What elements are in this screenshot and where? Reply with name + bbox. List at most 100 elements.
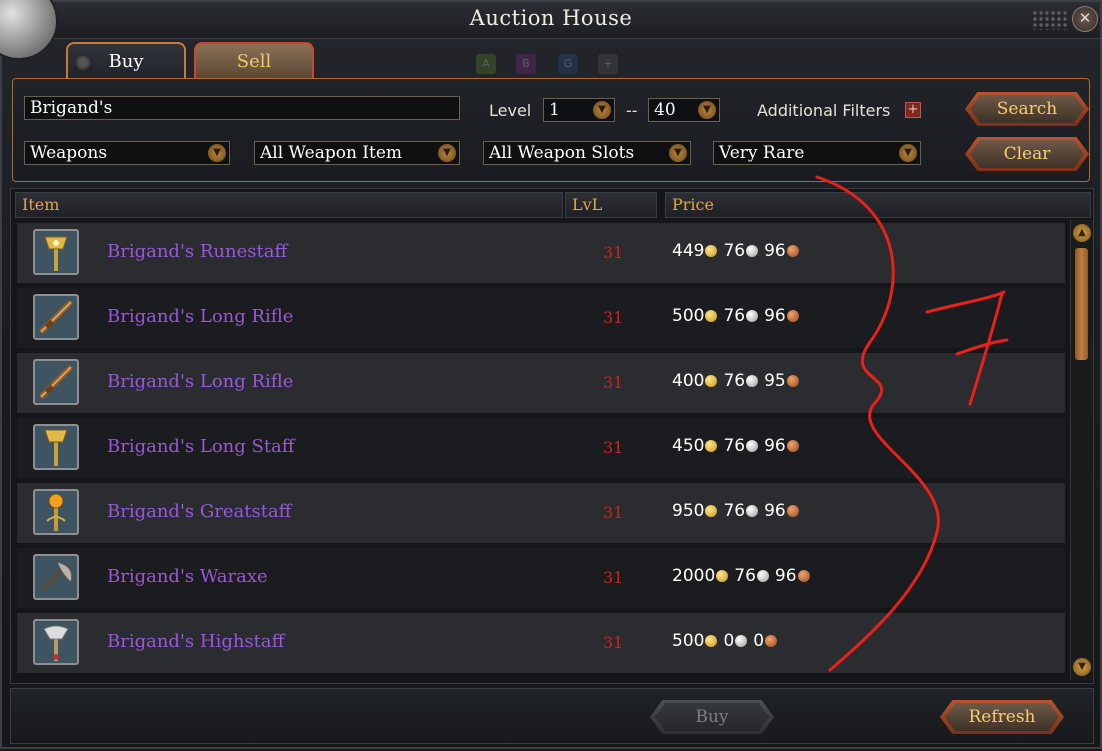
chevron-down-icon: ▼	[208, 144, 226, 162]
item-price: 450 76 96	[672, 436, 805, 456]
scroll-up-icon[interactable]: ▲	[1073, 224, 1091, 242]
table-row[interactable]: Brigand's Runestaff 31 449 76 96	[17, 223, 1065, 283]
item-price: 2000 76 96	[672, 566, 816, 586]
item-price: 400 76 95	[672, 371, 805, 391]
silver-coin-icon	[746, 440, 759, 452]
buy-button-label: Buy	[695, 707, 729, 727]
bag-icon	[74, 56, 92, 72]
table-row[interactable]: Brigand's Long Staff 31 450 76 96	[17, 418, 1065, 478]
category-select[interactable]: Weapons ▼	[24, 141, 230, 165]
item-type-select[interactable]: All Weapon Item ▼	[254, 141, 460, 165]
waraxe-icon	[33, 554, 79, 600]
ghost-box-g: G	[558, 54, 578, 74]
item-level: 31	[603, 568, 624, 587]
column-header-item[interactable]: Item	[15, 192, 563, 218]
search-input[interactable]: Brigand's	[24, 96, 460, 120]
chevron-down-icon: ▼	[593, 101, 611, 119]
chevron-down-icon: ▼	[438, 144, 456, 162]
gold-amount: 950	[672, 501, 705, 521]
rarity-select[interactable]: Very Rare ▼	[713, 141, 921, 165]
search-button-label: Search	[996, 99, 1058, 119]
filter-panel	[12, 78, 1090, 182]
silver-coin-icon	[746, 245, 759, 257]
item-name[interactable]: Brigand's Long Rifle	[107, 306, 293, 327]
silver-amount: 76	[723, 501, 746, 521]
staff-icon	[33, 424, 79, 470]
item-name[interactable]: Brigand's Highstaff	[107, 631, 284, 652]
clear-button-label: Clear	[1003, 144, 1051, 164]
item-name[interactable]: Brigand's Long Rifle	[107, 371, 293, 392]
rifle-icon	[33, 359, 79, 405]
runestaff-icon	[33, 229, 79, 275]
clear-button[interactable]: Clear	[965, 137, 1089, 171]
silver-amount: 76	[723, 306, 746, 326]
window-title: Auction House	[469, 6, 633, 30]
item-name[interactable]: Brigand's Greatstaff	[107, 501, 291, 522]
level-max-select[interactable]: 40 ▼	[648, 98, 720, 122]
silver-coin-icon	[746, 310, 759, 322]
column-header-price[interactable]: Price	[665, 192, 1091, 218]
item-level: 31	[603, 503, 624, 522]
tab-buy[interactable]: Buy	[66, 42, 186, 78]
gold-amount: 2000	[672, 566, 716, 586]
copper-amount: 96	[764, 436, 786, 456]
copper-coin-icon	[786, 245, 799, 257]
item-name[interactable]: Brigand's Waraxe	[107, 566, 268, 587]
additional-filters-toggle[interactable]: +	[905, 102, 921, 118]
level-min-select[interactable]: 1 ▼	[543, 98, 615, 122]
copper-coin-icon	[786, 310, 799, 322]
buy-button[interactable]: Buy	[650, 700, 774, 734]
silver-coin-icon	[756, 570, 769, 582]
copper-amount: 96	[764, 501, 786, 521]
item-level: 31	[603, 308, 624, 327]
table-row[interactable]: Brigand's Long Rifle 31 500 76 96	[17, 288, 1065, 348]
item-level: 31	[603, 373, 624, 392]
silver-amount: 76	[723, 371, 746, 391]
close-button[interactable]: ✕	[1072, 6, 1098, 32]
copper-coin-icon	[765, 635, 778, 647]
scroll-thumb[interactable]	[1075, 248, 1088, 360]
results-scrollbar[interactable]: ▲ ▼	[1070, 220, 1093, 680]
copper-coin-icon	[786, 505, 799, 517]
silver-amount: 0	[723, 631, 735, 651]
item-name[interactable]: Brigand's Long Staff	[107, 436, 295, 457]
silver-coin-icon	[735, 635, 748, 647]
table-row[interactable]: Brigand's Greatstaff 31 950 76 96	[17, 483, 1065, 543]
column-header-level[interactable]: LvL	[565, 192, 657, 218]
gold-amount: 450	[672, 436, 705, 456]
gold-coin-icon	[705, 635, 718, 647]
level-label: Level	[489, 101, 532, 120]
greatstaff-icon	[33, 489, 79, 535]
category-value: Weapons	[30, 143, 108, 163]
silver-coin-icon	[746, 505, 759, 517]
chevron-down-icon: ▼	[899, 144, 917, 162]
table-row[interactable]: Brigand's Highstaff 31 500 0 0	[17, 613, 1065, 673]
ghost-box-b: B	[516, 54, 536, 74]
item-name[interactable]: Brigand's Runestaff	[107, 241, 287, 262]
gold-coin-icon	[705, 505, 718, 517]
slot-select[interactable]: All Weapon Slots ▼	[483, 141, 691, 165]
refresh-button[interactable]: Refresh	[940, 700, 1064, 734]
scroll-down-icon[interactable]: ▼	[1073, 658, 1091, 676]
table-row[interactable]: Brigand's Long Rifle 31 400 76 95	[17, 353, 1065, 413]
chevron-down-icon: ▼	[669, 144, 687, 162]
search-input-value: Brigand's	[30, 98, 113, 118]
item-price: 500 0 0	[672, 631, 783, 651]
chevron-down-icon: ▼	[698, 101, 716, 119]
gold-amount: 500	[672, 306, 705, 326]
gold-coin-icon	[705, 310, 718, 322]
gold-amount: 500	[672, 631, 705, 651]
tab-sell[interactable]: Sell	[194, 42, 314, 78]
copper-amount: 96	[764, 306, 786, 326]
gold-coin-icon	[705, 440, 718, 452]
item-price: 950 76 96	[672, 501, 805, 521]
search-button[interactable]: Search	[965, 92, 1089, 126]
table-row[interactable]: Brigand's Waraxe 31 2000 76 96	[17, 548, 1065, 608]
gold-amount: 449	[672, 241, 705, 261]
title-bar[interactable]: Auction House ✕	[2, 2, 1100, 39]
level-separator: --	[626, 101, 638, 120]
item-price: 500 76 96	[672, 306, 805, 326]
silver-amount: 76	[723, 436, 746, 456]
ghost-plus-icon: +	[598, 54, 618, 74]
silver-amount: 76	[734, 566, 756, 586]
